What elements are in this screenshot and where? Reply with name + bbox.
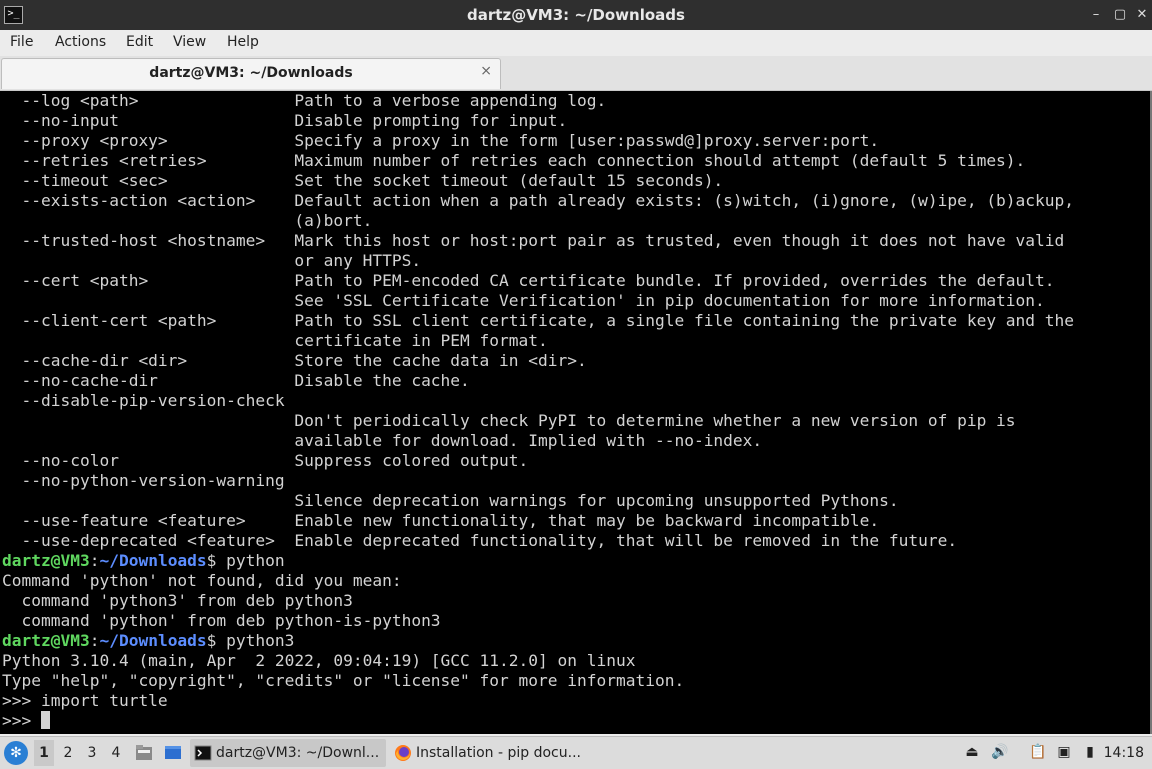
- menu-bar: File Actions Edit View Help: [0, 30, 1152, 56]
- command-text: python3: [216, 631, 295, 650]
- help-line: (a)bort.: [2, 211, 373, 230]
- help-line: --disable-pip-version-check: [2, 391, 285, 410]
- help-line: --timeout <sec> Set the socket timeout (…: [2, 171, 724, 190]
- terminal-icon: [194, 745, 212, 761]
- help-line: --cache-dir <dir> Store the cache data i…: [2, 351, 587, 370]
- output-line: command 'python3' from deb python3: [2, 591, 353, 610]
- help-line: --no-color Suppress colored output.: [2, 451, 529, 470]
- help-line: --retries <retries> Maximum number of re…: [2, 151, 1026, 170]
- help-line: available for download. Implied with --n…: [2, 431, 763, 450]
- tab-label: dartz@VM3: ~/Downloads: [149, 65, 353, 81]
- prompt-dollar: $: [206, 551, 217, 570]
- prompt-path: ~/Downloads: [99, 551, 207, 570]
- output-line: >>> import turtle: [2, 691, 168, 710]
- output-line: Command 'python' not found, did you mean…: [2, 571, 402, 590]
- help-line: Silence deprecation warnings for upcomin…: [2, 491, 899, 510]
- prompt-separator: :: [89, 551, 100, 570]
- task-label: Installation - pip docu...: [416, 745, 581, 761]
- clock: 14:18: [1103, 745, 1144, 761]
- file-manager-icon[interactable]: [135, 744, 153, 761]
- output-line: Python 3.10.4 (main, Apr 2 2022, 09:04:1…: [2, 651, 636, 670]
- pip-help-block: --log <path> Path to a verbose appending…: [2, 91, 1074, 551]
- prompt-dollar: $: [206, 631, 217, 650]
- task-label: dartz@VM3: ~/Downl...: [216, 745, 380, 761]
- workspace-3[interactable]: 3: [82, 740, 102, 766]
- menu-help[interactable]: Help: [227, 34, 259, 50]
- help-line: --trusted-host <hostname> Mark this host…: [2, 231, 1065, 250]
- tab-close-icon[interactable]: ⨯: [480, 63, 492, 79]
- start-menu-icon[interactable]: ✻: [4, 741, 28, 765]
- minimize-icon[interactable]: –: [1086, 5, 1106, 25]
- help-line: --no-input Disable prompting for input.: [2, 111, 568, 130]
- volume-icon[interactable]: 🔊: [990, 742, 1010, 762]
- task-terminal[interactable]: dartz@VM3: ~/Downl...: [190, 739, 386, 767]
- clipboard-icon[interactable]: 📋: [1028, 742, 1048, 762]
- help-line: --use-feature <feature> Enable new funct…: [2, 511, 880, 530]
- help-line: Don't periodically check PyPI to determi…: [2, 411, 1016, 430]
- repl-input-line[interactable]: >>>: [2, 711, 1074, 731]
- firefox-icon: [395, 745, 411, 761]
- text-cursor: [40, 711, 50, 729]
- prompt-line: dartz@VM3:~/Downloads$ python: [2, 551, 1074, 571]
- notification-icon[interactable]: ▮: [1080, 742, 1100, 762]
- menu-view[interactable]: View: [173, 34, 206, 50]
- prompt-line: dartz@VM3:~/Downloads$ python3: [2, 631, 1074, 651]
- repl-prompt: >>>: [2, 711, 41, 730]
- help-line: --client-cert <path> Path to SSL client …: [2, 311, 1075, 330]
- command-text: python: [216, 551, 285, 570]
- python-repl-block: Python 3.10.4 (main, Apr 2 2022, 09:04:1…: [2, 651, 1074, 711]
- command-not-found-block: Command 'python' not found, did you mean…: [2, 571, 1074, 631]
- prompt-separator: :: [89, 631, 100, 650]
- help-line: --exists-action <action> Default action …: [2, 191, 1075, 210]
- output-line: Type "help", "copyright", "credits" or "…: [2, 671, 685, 690]
- window-titlebar: >_ dartz@VM3: ~/Downloads – ▢ ✕: [0, 0, 1152, 30]
- help-line: --no-cache-dir Disable the cache.: [2, 371, 470, 390]
- help-line: --proxy <proxy> Specify a proxy in the f…: [2, 131, 880, 150]
- show-desktop-icon[interactable]: [164, 744, 182, 761]
- workspace-1[interactable]: 1: [34, 740, 54, 766]
- help-line: --no-python-version-warning: [2, 471, 285, 490]
- workspace-4[interactable]: 4: [106, 740, 126, 766]
- prompt-user: dartz@VM3: [2, 631, 90, 650]
- terminal-output[interactable]: --log <path> Path to a verbose appending…: [0, 91, 1150, 734]
- network-icon[interactable]: ▣: [1054, 742, 1074, 762]
- help-line: certificate in PEM format.: [2, 331, 548, 350]
- menu-file[interactable]: File: [10, 34, 33, 50]
- prompt-user: dartz@VM3: [2, 551, 90, 570]
- help-line: --use-deprecated <feature> Enable deprec…: [2, 531, 958, 550]
- help-line: --cert <path> Path to PEM-encoded CA cer…: [2, 271, 1055, 290]
- eject-icon[interactable]: ⏏: [962, 742, 982, 762]
- window-title: dartz@VM3: ~/Downloads: [467, 6, 685, 24]
- maximize-icon[interactable]: ▢: [1110, 5, 1130, 25]
- menu-edit[interactable]: Edit: [126, 34, 153, 50]
- help-line: --log <path> Path to a verbose appending…: [2, 91, 607, 110]
- help-line: See 'SSL Certificate Verification' in pi…: [2, 291, 1045, 310]
- output-line: command 'python' from deb python-is-pyth…: [2, 611, 441, 630]
- menu-actions[interactable]: Actions: [55, 34, 106, 50]
- task-firefox[interactable]: Installation - pip docu...: [390, 739, 590, 767]
- tab-bar: dartz@VM3: ~/Downloads ⨯: [0, 56, 1152, 91]
- terminal-tab[interactable]: dartz@VM3: ~/Downloads ⨯: [1, 58, 501, 89]
- terminal-lines: --log <path> Path to a verbose appending…: [2, 91, 1074, 731]
- close-icon[interactable]: ✕: [1132, 5, 1152, 25]
- help-line: or any HTTPS.: [2, 251, 422, 270]
- prompt-path: ~/Downloads: [99, 631, 207, 650]
- workspace-2[interactable]: 2: [58, 740, 78, 766]
- taskbar: ✻ 1 2 3 4 dartz@VM3: ~/Downl... Installa…: [0, 736, 1152, 769]
